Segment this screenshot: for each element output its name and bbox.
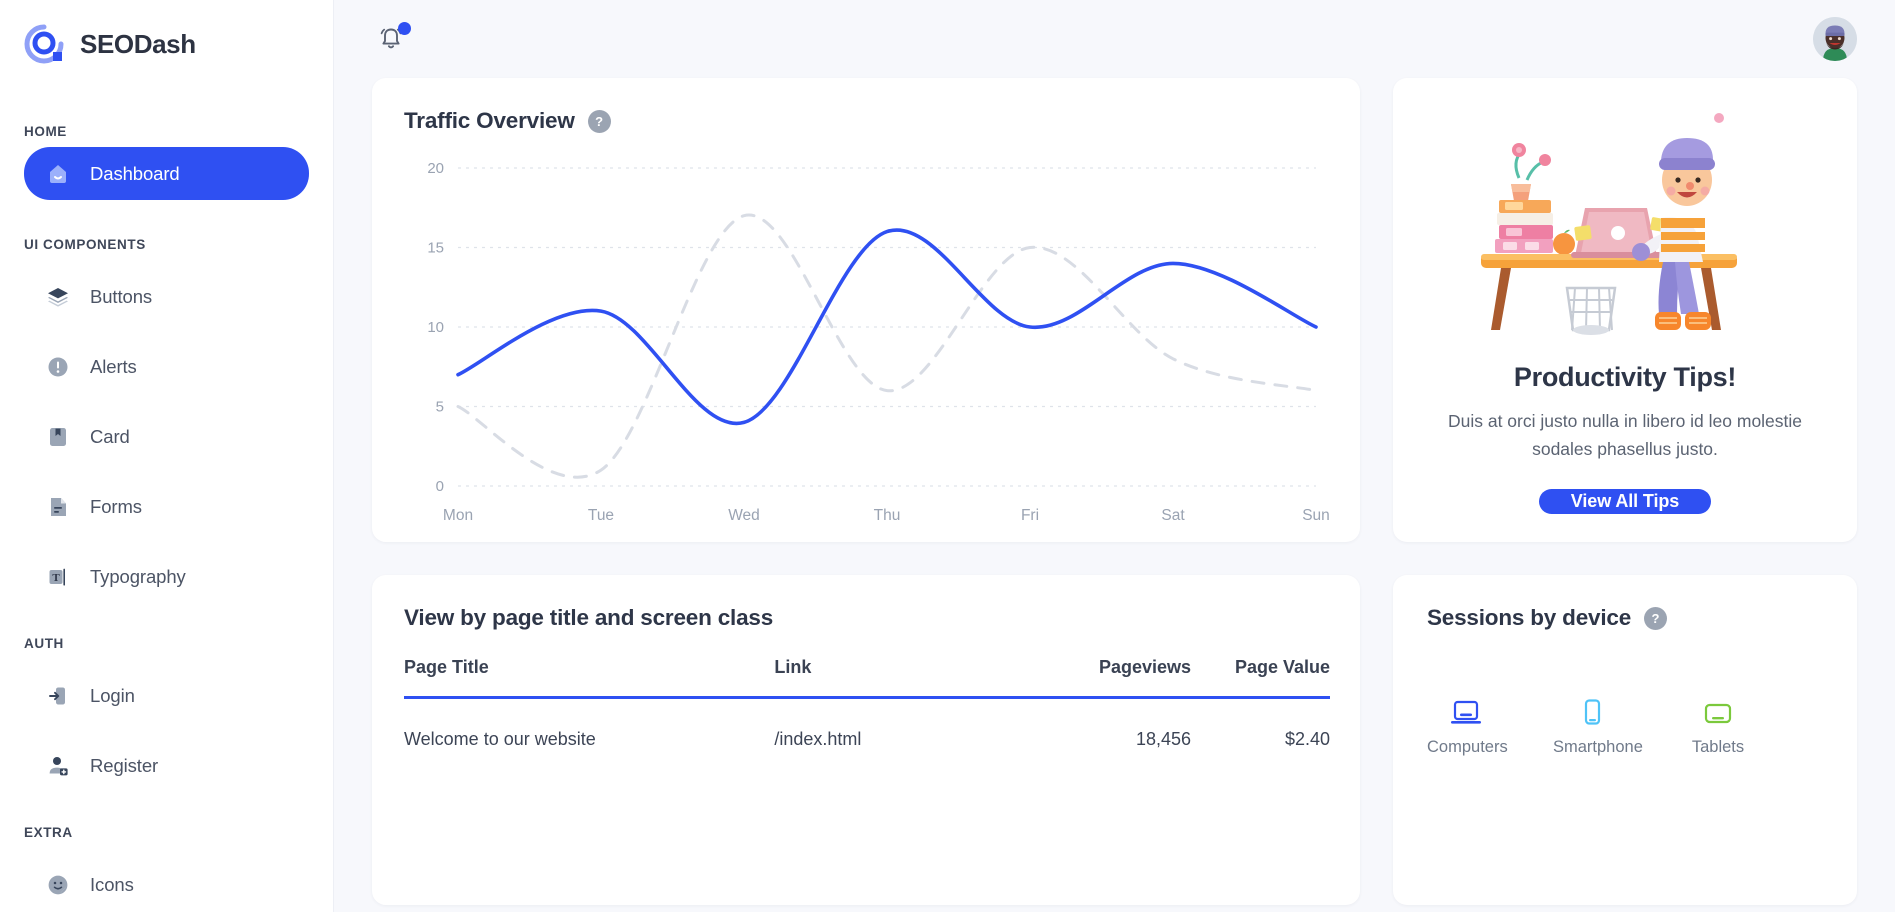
sidebar-item-label: Dashboard: [90, 163, 180, 185]
cell-page-value: $2.40: [1191, 698, 1330, 751]
user-avatar: [1813, 17, 1857, 61]
sidebar-item-login[interactable]: Login: [24, 671, 309, 721]
pages-table-title: View by page title and screen class: [404, 605, 1330, 631]
device-item-smartphone[interactable]: Smartphone: [1553, 689, 1631, 757]
column-header-link[interactable]: Link: [774, 657, 1024, 698]
sessions-by-device-title: Sessions by device: [1427, 605, 1631, 631]
page-title: Traffic Overview: [404, 108, 575, 134]
x-axis-tick: Thu: [874, 507, 901, 524]
device-label: Smartphone: [1553, 738, 1631, 757]
x-axis-tick: Sat: [1161, 507, 1185, 524]
sidebar-item-label: Register: [90, 755, 158, 777]
column-header-page-value[interactable]: Page Value: [1191, 657, 1330, 698]
tips-title: Productivity Tips!: [1514, 362, 1736, 393]
sidebar-item-icons[interactable]: Icons: [24, 860, 309, 910]
notification-dot: [398, 22, 411, 35]
pages-table: Page Title Link Pageviews Page Value Wel…: [404, 657, 1330, 750]
tips-description: Duis at orci justo nulla in libero id le…: [1435, 407, 1815, 463]
sidebar-item-label: Icons: [90, 874, 134, 896]
help-icon[interactable]: ?: [588, 110, 611, 133]
pages-table-card: View by page title and screen class Page…: [372, 575, 1360, 905]
cell-page-title: Welcome to our website: [404, 698, 774, 751]
bookmark-card-icon: [46, 425, 70, 449]
laptop-icon: [1427, 689, 1505, 729]
seodash-logo-icon: [22, 22, 66, 66]
nav-section-ui-components: UI COMPONENTS: [0, 237, 333, 252]
traffic-chart: 0 5 10 15 20 Mon Tue Wed Thu Fri Sat Sun: [404, 152, 1330, 532]
nav-section-auth: AUTH: [0, 636, 333, 651]
brand[interactable]: SEODash: [0, 0, 333, 66]
sidebar-item-forms[interactable]: Forms: [24, 482, 309, 532]
dashboard-bottom-row: View by page title and screen class Page…: [334, 575, 1895, 905]
dashboard-top-row: Traffic Overview ? 0 5 10 15 20 Mon Tue Wed Thu F…: [334, 78, 1895, 542]
person-at-desk-illustration: [1475, 100, 1775, 350]
device-item-computers[interactable]: Computers: [1427, 689, 1505, 757]
sidebar-item-label: Alerts: [90, 356, 137, 378]
smartphone-icon: [1553, 689, 1631, 729]
sidebar-item-label: Typography: [90, 566, 186, 588]
sidebar-item-label: Forms: [90, 496, 142, 518]
column-header-page-title[interactable]: Page Title: [404, 657, 774, 698]
cell-pageviews: 18,456: [1024, 698, 1191, 751]
table-row[interactable]: Welcome to our website /index.html 18,45…: [404, 698, 1330, 751]
sidebar-item-register[interactable]: Register: [24, 741, 309, 791]
sidebar-item-typography[interactable]: T Typography: [24, 552, 309, 602]
cell-link[interactable]: /index.html: [774, 698, 1024, 751]
x-axis-tick: Mon: [443, 507, 473, 524]
traffic-overview-card: Traffic Overview ? 0 5 10 15 20 Mon Tue Wed Thu F…: [372, 78, 1360, 542]
productivity-tips-card: Productivity Tips! Duis at orci justo nu…: [1393, 78, 1857, 542]
device-label: Tablets: [1679, 738, 1757, 757]
x-axis-tick: Fri: [1021, 507, 1039, 524]
sessions-by-device-card: Sessions by device ? Computers: [1393, 575, 1857, 905]
y-axis-tick: 10: [427, 319, 444, 336]
document-form-icon: [46, 495, 70, 519]
sidebar-item-label: Buttons: [90, 286, 152, 308]
dashboard-icon: [46, 162, 70, 186]
device-label: Computers: [1427, 738, 1505, 757]
svg-text:T: T: [52, 572, 60, 584]
topbar: [334, 0, 1895, 78]
sidebar-item-dashboard[interactable]: Dashboard: [24, 147, 309, 200]
sidebar-item-card[interactable]: Card: [24, 412, 309, 462]
view-all-tips-button[interactable]: View All Tips: [1539, 489, 1711, 514]
sidebar-item-label: Login: [90, 685, 135, 707]
device-item-tablets[interactable]: Tablets: [1679, 689, 1757, 757]
alert-circle-icon: [46, 355, 70, 379]
tablet-icon: [1679, 689, 1757, 729]
x-axis-tick: Sun: [1302, 507, 1330, 524]
table-header-row: Page Title Link Pageviews Page Value: [404, 657, 1330, 698]
y-axis-tick: 20: [427, 160, 444, 177]
sidebar: SEODash HOME Dashboard UI COMPONENTS: [0, 0, 334, 912]
layers-icon: [46, 285, 70, 309]
column-header-pageviews[interactable]: Pageviews: [1024, 657, 1191, 698]
smiley-sticker-icon: [46, 873, 70, 897]
x-axis-tick: Tue: [588, 507, 614, 524]
sidebar-item-buttons[interactable]: Buttons: [24, 272, 309, 322]
x-axis-tick: Wed: [728, 507, 760, 524]
text-cursor-icon: T: [46, 565, 70, 589]
y-axis-tick: 0: [436, 478, 444, 495]
y-axis-tick: 15: [427, 240, 444, 257]
user-add-icon: [46, 754, 70, 778]
sidebar-item-alerts[interactable]: Alerts: [24, 342, 309, 392]
sidebar-item-label: Card: [90, 426, 130, 448]
device-list: Computers Smartphone: [1427, 689, 1823, 757]
nav-section-extra: EXTRA: [0, 825, 333, 840]
brand-name: SEODash: [80, 29, 196, 60]
avatar[interactable]: [1813, 17, 1857, 61]
chart-series-last-week: [458, 215, 1316, 477]
notifications-button[interactable]: [374, 22, 408, 56]
login-arrow-icon: [46, 684, 70, 708]
help-icon[interactable]: ?: [1644, 607, 1667, 630]
main-area: Traffic Overview ? 0 5 10 15 20 Mon Tue Wed Thu F…: [334, 0, 1895, 912]
app-root: SEODash HOME Dashboard UI COMPONENTS: [0, 0, 1895, 912]
nav-section-home: HOME: [0, 124, 333, 139]
y-axis-tick: 5: [436, 399, 444, 416]
